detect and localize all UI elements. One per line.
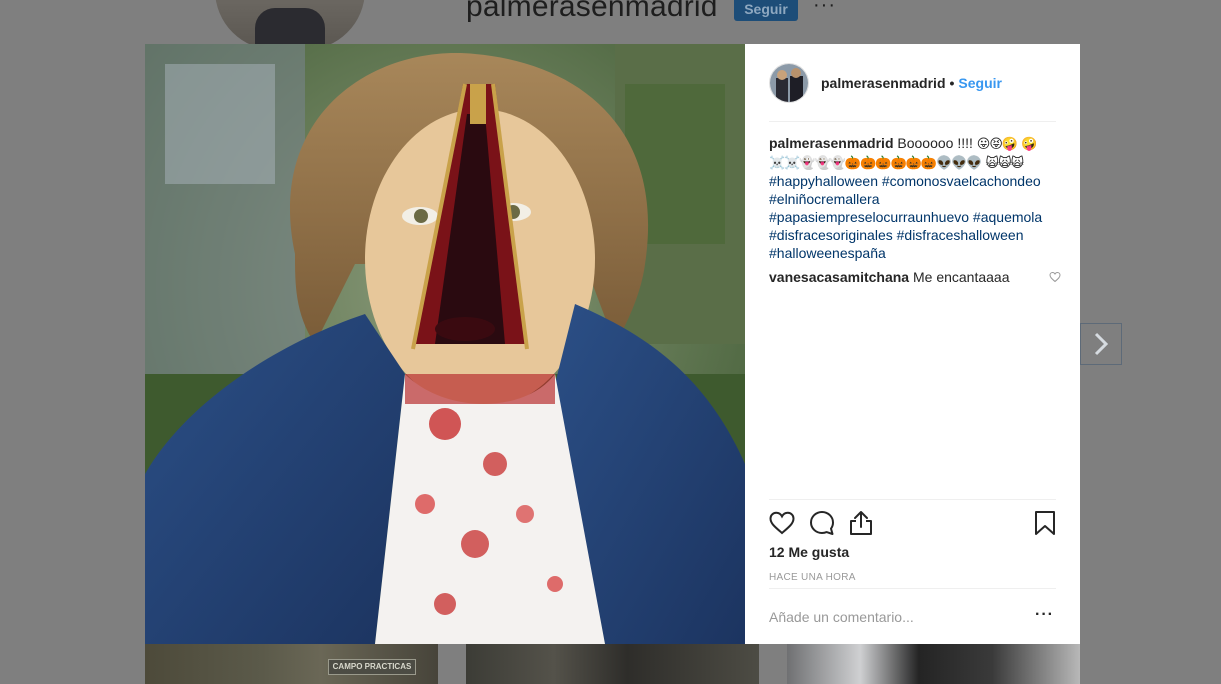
caption: palmerasenmadrid Boooooo !!!! 😛😝🤪 🤪☠️☠️👻…	[769, 134, 1061, 262]
comment-like-icon[interactable]	[1049, 271, 1061, 283]
grid-thumbnail[interactable]	[466, 644, 759, 684]
share-button[interactable]	[849, 500, 889, 546]
hashtag-link[interactable]: #comonosvaelcachondeo	[882, 173, 1041, 189]
profile-avatar[interactable]	[215, 0, 365, 50]
post-options-button[interactable]: ···	[1035, 606, 1054, 624]
profile-more-button[interactable]: ···	[813, 0, 836, 17]
comment-username[interactable]: vanesacasamitchana	[769, 269, 909, 285]
grid-thumbnail[interactable]	[787, 644, 1080, 684]
heart-icon	[769, 511, 795, 535]
caption-emojis: 😛😝🤪	[976, 136, 1018, 151]
add-comment-form: ···	[769, 588, 1056, 644]
save-button[interactable]	[1034, 510, 1056, 541]
comment-input[interactable]	[769, 608, 1029, 625]
likes-count[interactable]: 12 Me gusta	[769, 544, 1056, 560]
header-separator: •	[949, 74, 955, 91]
author-avatar[interactable]	[769, 62, 809, 103]
sign-image-text: CAMPO PRACTICAS	[328, 659, 416, 675]
hashtag-link[interactable]: #halloweenespaña	[769, 245, 886, 261]
follow-button[interactable]: Seguir	[958, 75, 1002, 91]
like-button[interactable]	[769, 500, 809, 546]
share-icon	[850, 511, 872, 535]
post-sidebar: palmerasenmadrid • Seguir palmerasenmadr…	[745, 44, 1080, 644]
hashtag-link[interactable]: #disfraceshalloween	[897, 227, 1024, 243]
comment-text: Me encantaaaa	[912, 269, 1010, 285]
post-modal: palmerasenmadrid • Seguir palmerasenmadr…	[145, 44, 1080, 644]
comments-list: palmerasenmadrid Boooooo !!!! 😛😝🤪 🤪☠️☠️👻…	[769, 134, 1061, 286]
caption-text: Boooooo !!!!	[897, 135, 973, 151]
next-post-button[interactable]	[1080, 323, 1122, 365]
hashtag-link[interactable]: #disfracesoriginales	[769, 227, 893, 243]
profile-follow-button[interactable]: Seguir	[734, 0, 798, 21]
bookmark-icon	[1035, 511, 1055, 535]
author-username[interactable]: palmerasenmadrid	[821, 75, 946, 91]
post-photo[interactable]	[145, 44, 745, 644]
comment-icon	[810, 511, 834, 535]
post-header: palmerasenmadrid • Seguir	[769, 44, 1056, 122]
hashtag-link[interactable]: #papasiempreselocurraunhuevo	[769, 209, 969, 225]
comment-item: vanesacasamitchana Me encantaaaa	[769, 268, 1061, 286]
hashtag-link[interactable]: #happyhalloween	[769, 173, 878, 189]
post-image	[145, 44, 745, 644]
action-bar	[769, 500, 1056, 546]
grid-thumbnail[interactable]: CAMPO PRACTICAS	[145, 644, 438, 684]
avatar-image	[770, 63, 808, 102]
post-actions: 12 Me gusta HACE UNA HORA	[769, 499, 1056, 591]
profile-username: palmerasenmadrid	[466, 0, 718, 23]
hashtag-link[interactable]: #aquemola	[973, 209, 1042, 225]
hashtag-link[interactable]: #elniñocremallera	[769, 191, 880, 207]
caption-username[interactable]: palmerasenmadrid	[769, 135, 894, 151]
comment-button[interactable]	[809, 500, 849, 546]
chevron-right-icon	[1094, 332, 1109, 356]
caption-emojis: 🙀🙀🙀	[985, 155, 1025, 170]
